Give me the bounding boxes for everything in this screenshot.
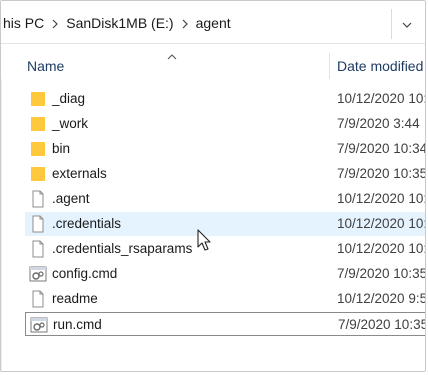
folder-icon bbox=[28, 90, 48, 108]
column-header-row: Name Date modified bbox=[1, 53, 425, 79]
chevron-right-icon[interactable] bbox=[44, 15, 66, 31]
file-name: .credentials bbox=[52, 216, 122, 231]
file-name: bin bbox=[52, 141, 71, 156]
list-item[interactable]: .credentials_rsaparams 10/12/2020 10: bbox=[25, 237, 426, 261]
column-header-date-modified[interactable]: Date modified bbox=[337, 58, 423, 74]
file-name: config.cmd bbox=[52, 266, 118, 281]
breadcrumb: his PC SanDisk1MB (E:) agent bbox=[3, 13, 231, 33]
list-item-hovered[interactable]: .credentials 10/12/2020 10: bbox=[25, 212, 426, 236]
list-item-focused[interactable]: run.cmd 7/9/2020 10:35 bbox=[25, 312, 426, 336]
list-item[interactable]: _diag 10/12/2020 10: bbox=[25, 87, 426, 111]
file-date: 10/12/2020 10: bbox=[337, 191, 426, 206]
file-icon bbox=[28, 240, 48, 258]
file-explorer-window: his PC SanDisk1MB (E:) agent Name Date m… bbox=[0, 0, 426, 372]
list-item[interactable]: readme 10/12/2020 9:5 bbox=[25, 287, 426, 311]
file-date: 7/9/2020 10:34 bbox=[337, 141, 426, 156]
breadcrumb-sandisk[interactable]: SanDisk1MB (E:) bbox=[66, 15, 173, 31]
mouse-pointer-icon bbox=[197, 229, 213, 258]
breadcrumb-this-pc[interactable]: his PC bbox=[3, 15, 44, 31]
folder-icon bbox=[28, 115, 48, 133]
file-name: externals bbox=[52, 166, 107, 181]
folder-icon bbox=[28, 140, 48, 158]
column-divider[interactable] bbox=[329, 53, 330, 79]
file-name: run.cmd bbox=[53, 317, 102, 332]
list-item[interactable]: externals 7/9/2020 10:35 bbox=[25, 162, 426, 186]
file-date: 7/9/2020 10:35 bbox=[337, 266, 426, 281]
cmd-file-icon bbox=[28, 265, 48, 283]
chevron-down-icon bbox=[402, 15, 412, 33]
list-item[interactable]: .agent 10/12/2020 10: bbox=[25, 187, 426, 211]
file-date: 10/12/2020 10: bbox=[337, 241, 426, 256]
file-date: 10/12/2020 9:5 bbox=[337, 291, 426, 306]
address-history-button[interactable] bbox=[391, 9, 422, 39]
file-name: _work bbox=[52, 116, 89, 131]
file-name: .credentials_rsaparams bbox=[52, 241, 193, 256]
nav-pane-edge bbox=[1, 79, 2, 371]
address-bar[interactable]: his PC SanDisk1MB (E:) agent bbox=[1, 1, 425, 44]
file-icon bbox=[28, 215, 48, 233]
column-header-name[interactable]: Name bbox=[27, 58, 64, 74]
file-name: _diag bbox=[52, 91, 86, 106]
cmd-file-icon bbox=[29, 316, 49, 334]
file-date: 7/9/2020 10:35 bbox=[338, 317, 426, 332]
file-icon bbox=[28, 190, 48, 208]
file-icon bbox=[28, 290, 48, 308]
breadcrumb-agent[interactable]: agent bbox=[196, 15, 231, 31]
file-name: .agent bbox=[52, 191, 90, 206]
list-item[interactable]: config.cmd 7/9/2020 10:35 bbox=[25, 262, 426, 286]
list-item[interactable]: bin 7/9/2020 10:34 bbox=[25, 137, 426, 161]
file-date: 10/12/2020 10: bbox=[337, 216, 426, 231]
folder-icon bbox=[28, 165, 48, 183]
file-date: 7/9/2020 3:44 bbox=[337, 116, 420, 131]
file-date: 10/12/2020 10: bbox=[337, 91, 426, 106]
file-date: 7/9/2020 10:35 bbox=[337, 166, 426, 181]
file-name: readme bbox=[52, 291, 98, 306]
chevron-right-icon[interactable] bbox=[174, 15, 196, 31]
list-item[interactable]: _work 7/9/2020 3:44 bbox=[25, 112, 425, 136]
